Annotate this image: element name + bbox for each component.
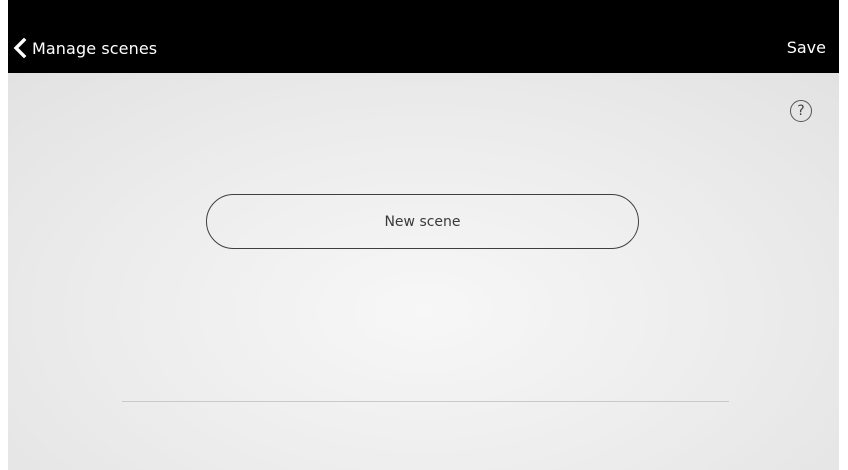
new-scene-button[interactable]: New scene [206, 194, 639, 249]
main-content: ? New scene [8, 73, 839, 470]
page-title: Manage scenes [32, 38, 158, 58]
save-button[interactable]: Save [787, 38, 826, 57]
chevron-left-icon[interactable] [10, 35, 30, 61]
back-button[interactable]: Manage scenes [10, 35, 157, 61]
scenes-screen: Manage scenes Save ? New scene [0, 0, 848, 470]
help-button[interactable]: ? [790, 100, 812, 122]
top-bar: Manage scenes Save [8, 0, 839, 73]
new-scene-label: New scene [384, 213, 461, 230]
question-mark-icon: ? [797, 103, 805, 119]
divider [122, 401, 729, 402]
